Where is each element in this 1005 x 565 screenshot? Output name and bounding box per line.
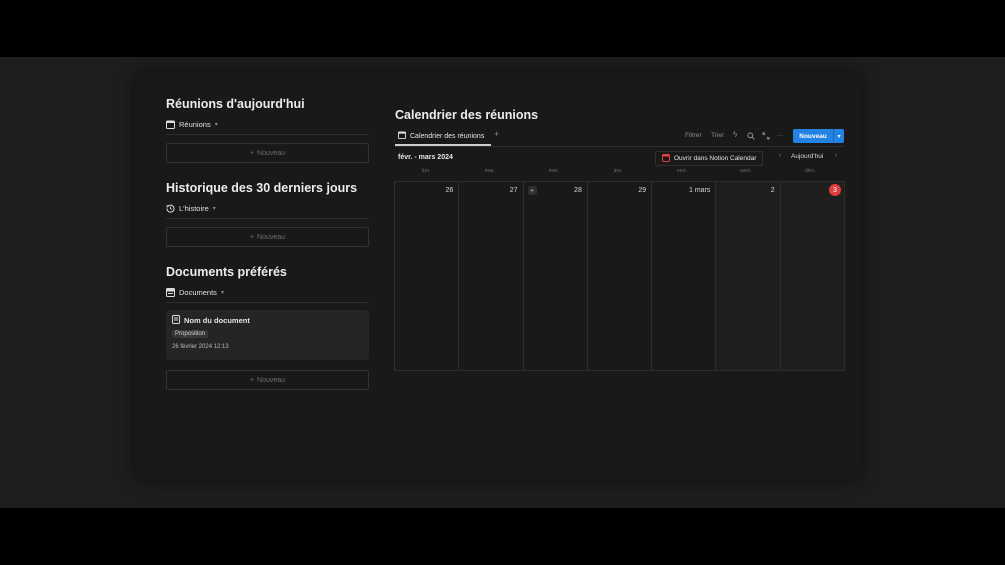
- chevron-left-icon[interactable]: ‹: [779, 152, 781, 159]
- calendar-day-cell[interactable]: 2: [716, 182, 781, 370]
- section-title-meetings-today: Réunions d'aujourd'hui: [166, 97, 305, 111]
- more-icon[interactable]: ···: [777, 132, 784, 139]
- new-document-button[interactable]: + Nouveau: [166, 370, 369, 390]
- view-tab-label: Documents: [179, 288, 217, 297]
- search-icon[interactable]: [747, 132, 755, 142]
- chevron-down-icon: ▾: [220, 290, 224, 296]
- view-tab-label: Réunions: [179, 120, 211, 129]
- day-number: 28: [574, 187, 582, 194]
- open-notion-calendar-button[interactable]: Ouvrir dans Notion Calendar: [655, 151, 764, 166]
- notion-calendar-icon: [662, 153, 670, 164]
- view-tab-label: L'histoire: [179, 204, 209, 213]
- new-label: Nouveau: [257, 149, 286, 157]
- plus-icon: +: [249, 149, 255, 157]
- status-tag: Proposition: [172, 330, 209, 338]
- section-title-favorites: Documents préférés: [166, 265, 287, 279]
- new-meeting-button[interactable]: + Nouveau: [166, 143, 369, 163]
- document-icon: [172, 315, 180, 326]
- weekday-label: sam.: [740, 168, 752, 174]
- day-number: 26: [445, 187, 454, 194]
- open-calendar-label: Ouvrir dans Notion Calendar: [674, 155, 757, 162]
- calendar-day-cell[interactable]: 1 mars: [652, 182, 717, 370]
- new-button[interactable]: Nouveau ▾: [793, 129, 844, 143]
- day-number: 27: [509, 187, 518, 194]
- weekday-label: mer.: [548, 168, 560, 174]
- plus-icon: +: [249, 233, 255, 241]
- weekday-label: ven.: [676, 168, 688, 174]
- new-button-label: Nouveau: [799, 132, 827, 140]
- today-button[interactable]: Aujourd'hui: [791, 153, 823, 160]
- document-name: Nom du document: [184, 316, 250, 325]
- sort-button[interactable]: Trier: [711, 132, 724, 139]
- add-event-icon[interactable]: +: [527, 186, 537, 195]
- today-badge: 3: [828, 184, 841, 196]
- history-icon: [166, 204, 175, 213]
- new-label: Nouveau: [257, 233, 286, 241]
- document-card-title: Nom du document: [172, 315, 250, 326]
- plus-icon: +: [249, 376, 255, 384]
- tab-calendar[interactable]: Calendrier des réunions: [398, 131, 484, 141]
- calendar-day-cell[interactable]: + 28: [524, 182, 588, 370]
- view-tab-documents[interactable]: Documents ▾: [166, 288, 224, 297]
- chevron-right-icon[interactable]: ›: [835, 152, 837, 159]
- section-title-history: Historique des 30 derniers jours: [166, 181, 358, 195]
- new-history-button[interactable]: + Nouveau: [166, 227, 369, 247]
- chevron-down-icon: ▾: [212, 206, 216, 212]
- calendar-week-row: 26 27 + 28 29 1 mars 2 3: [394, 181, 845, 371]
- gallery-icon: [166, 288, 175, 297]
- weekday-label: mar.: [484, 168, 496, 174]
- divider: [166, 134, 369, 135]
- calendar-grid: lun. mar. mer. jeu. ven. sam. dim. 26 27…: [394, 168, 845, 373]
- expand-icon[interactable]: [762, 132, 770, 142]
- chevron-down-icon: ▾: [214, 122, 218, 128]
- filter-button[interactable]: Filtrer: [685, 132, 702, 139]
- calendar-title: Calendrier des réunions: [395, 108, 539, 122]
- calendar-icon: [166, 120, 175, 129]
- view-tab-history[interactable]: L'histoire ▾: [166, 204, 216, 213]
- divider: [395, 146, 844, 147]
- weekday-label: jeu.: [613, 168, 623, 174]
- weekday-label: dim.: [804, 168, 816, 174]
- notion-page: Réunions d'aujourd'hui Réunions ▾ + Nouv…: [135, 72, 860, 480]
- month-label: févr. - mars 2024: [398, 154, 453, 161]
- calendar-day-cell[interactable]: 26: [395, 182, 460, 370]
- view-tab-meetings[interactable]: Réunions ▾: [166, 120, 218, 129]
- calendar-icon: [398, 131, 406, 141]
- day-number: 1 mars: [689, 187, 711, 194]
- day-number: 2: [770, 187, 775, 194]
- calendar-day-cell[interactable]: 3: [780, 182, 844, 370]
- lightning-icon[interactable]: ϟ: [733, 130, 737, 139]
- tab-label: Calendrier des réunions: [410, 132, 485, 140]
- weekday-label: lun.: [421, 168, 431, 174]
- new-label: Nouveau: [257, 376, 286, 384]
- divider: [166, 218, 369, 219]
- divider: [166, 302, 369, 303]
- day-number: 29: [638, 187, 647, 194]
- calendar-day-cell[interactable]: 29: [588, 182, 653, 370]
- chevron-down-icon[interactable]: ▾: [834, 133, 844, 140]
- calendar-day-cell[interactable]: 27: [459, 182, 524, 370]
- document-date: 26 février 2024 12:13: [172, 344, 229, 350]
- add-view-icon[interactable]: +: [494, 129, 499, 139]
- document-card[interactable]: Nom du document Proposition 26 février 2…: [166, 310, 369, 360]
